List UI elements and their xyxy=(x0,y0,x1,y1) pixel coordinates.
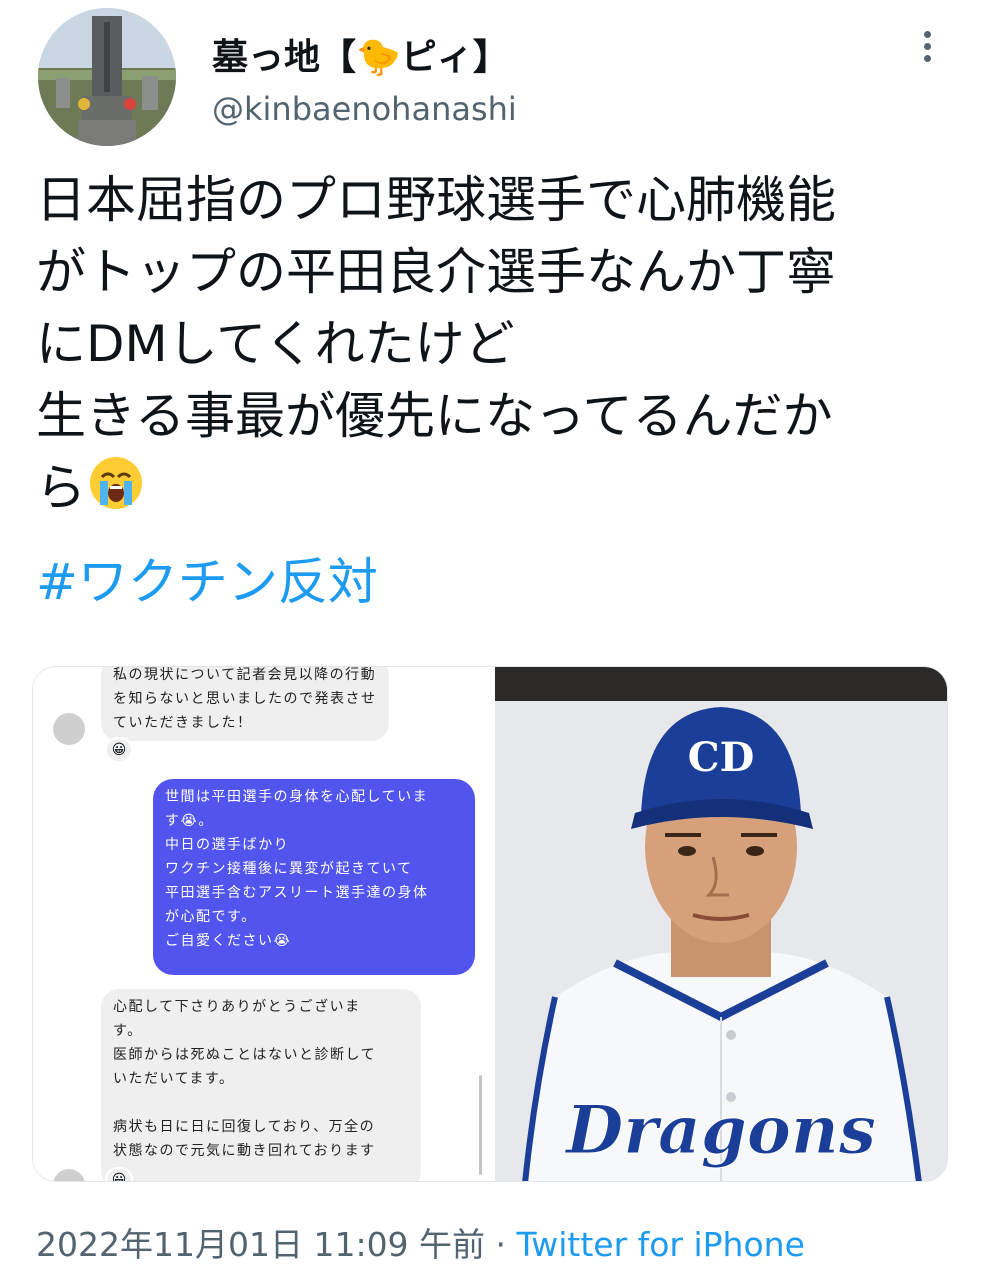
tweet-source-link[interactable]: Twitter for iPhone xyxy=(517,1225,805,1264)
dm-screenshot-image[interactable]: 私の現状について記者会見以降の行動 を知らないと思いましたので発表させ ていただ… xyxy=(33,667,485,1181)
author-handle[interactable]: @kinbaenohanashi xyxy=(212,90,517,128)
tweet-timestamp[interactable]: 2022年11月01日 11:09 午前 xyxy=(36,1225,485,1264)
author-display-name[interactable]: 墓っ地【🐤ピィ】 xyxy=(212,28,509,80)
tweet-media[interactable]: 私の現状について記者会見以降の行動 を知らないと思いましたので発表させ ていただ… xyxy=(32,666,948,1182)
cap-logo: CD xyxy=(688,734,755,781)
meta-separator: · xyxy=(485,1225,517,1264)
tweet-line: がトップの平田良介選手なんか丁寧 xyxy=(36,243,836,301)
jersey-lettering: Dragons xyxy=(564,1091,876,1169)
crying-face-icon xyxy=(88,455,144,530)
player-photo[interactable]: CD Dragons xyxy=(495,667,947,1181)
dm-reaction: 😀 xyxy=(105,737,133,763)
tweet-meta: 2022年11月01日 11:09 午前 · Twitter for iPhon… xyxy=(36,1218,805,1266)
dm-avatar xyxy=(53,713,85,745)
tweet-line: にDMしてくれたけど xyxy=(36,315,515,373)
dm-incoming-message: 心配して下さりありがとうございま す。 医師からは死ぬことはないと診断して いた… xyxy=(101,989,421,1181)
tweet-line: 日本屈指のプロ野球選手で心肺機能 xyxy=(36,171,836,229)
dm-incoming-message: 私の現状について記者会見以降の行動 を知らないと思いましたので発表させ ていただ… xyxy=(101,667,389,741)
tweet-text: 日本屈指のプロ野球選手で心肺機能 がトップの平田良介選手なんか丁寧 にDMしてく… xyxy=(36,164,956,530)
author-avatar[interactable] xyxy=(38,8,176,146)
dm-outgoing-message: 世間は平田選手の身体を心配していま す😭。 中日の選手ばかり ワクチン接種後に異… xyxy=(153,779,475,975)
dm-avatar xyxy=(53,1169,85,1181)
tweet-line: ら xyxy=(36,459,86,517)
avatar-grave-photo xyxy=(38,8,176,146)
more-options-icon[interactable] xyxy=(912,28,942,72)
player-portrait: CD Dragons xyxy=(495,701,947,1181)
hashtag-link[interactable]: #ワクチン反対 xyxy=(36,546,378,618)
dm-scrollbar xyxy=(479,1075,482,1175)
tweet-line-last: ら xyxy=(36,452,956,530)
tweet-line: 生きる事最が優先になってるんだか xyxy=(36,387,833,445)
